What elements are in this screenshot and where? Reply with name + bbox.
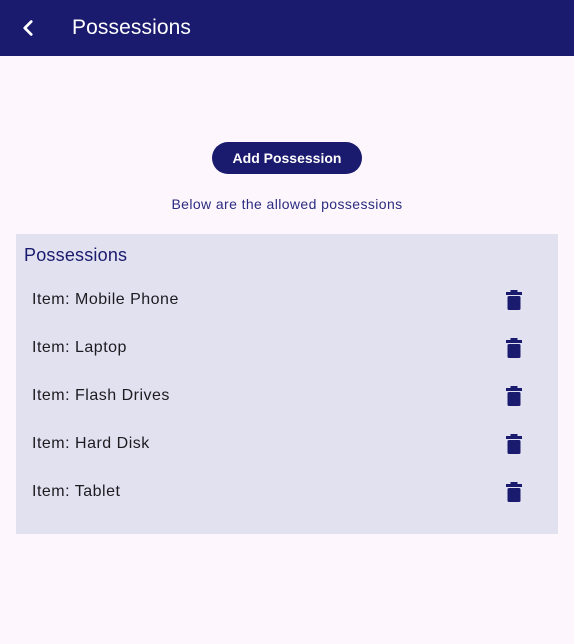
allowed-possessions-note: Below are the allowed possessions: [171, 196, 403, 212]
trash-icon: [506, 482, 522, 502]
item-label: Item: Mobile Phone: [32, 291, 179, 308]
list-item: Item: Laptop: [16, 324, 558, 372]
app-bar: Possessions: [0, 0, 574, 56]
trash-icon: [506, 434, 522, 454]
delete-button[interactable]: [498, 476, 530, 508]
list-item: Item: Flash Drives: [16, 372, 558, 420]
item-label: Item: Laptop: [32, 339, 127, 356]
chevron-left-icon: [23, 20, 33, 36]
item-label: Item: Tablet: [32, 483, 121, 500]
back-button[interactable]: [8, 8, 48, 48]
item-label: Item: Flash Drives: [32, 387, 170, 404]
delete-button[interactable]: [498, 332, 530, 364]
delete-button[interactable]: [498, 284, 530, 316]
trash-icon: [506, 386, 522, 406]
list-item: Item: Hard Disk: [16, 420, 558, 468]
list-item: Item: Mobile Phone: [16, 276, 558, 324]
delete-button[interactable]: [498, 428, 530, 460]
trash-icon: [506, 290, 522, 310]
item-label: Item: Hard Disk: [32, 435, 150, 452]
list-item: Item: Tablet: [16, 468, 558, 516]
panel-title: Possessions: [24, 245, 128, 265]
add-possession-button[interactable]: Add Possession: [212, 142, 362, 174]
possessions-panel: Possessions Item: Mobile Phone Item: Lap…: [16, 234, 558, 534]
trash-icon: [506, 338, 522, 358]
page-title: Possessions: [72, 16, 191, 39]
possessions-list: Item: Mobile Phone Item: Laptop Item: Fl…: [16, 276, 558, 516]
delete-button[interactable]: [498, 380, 530, 412]
